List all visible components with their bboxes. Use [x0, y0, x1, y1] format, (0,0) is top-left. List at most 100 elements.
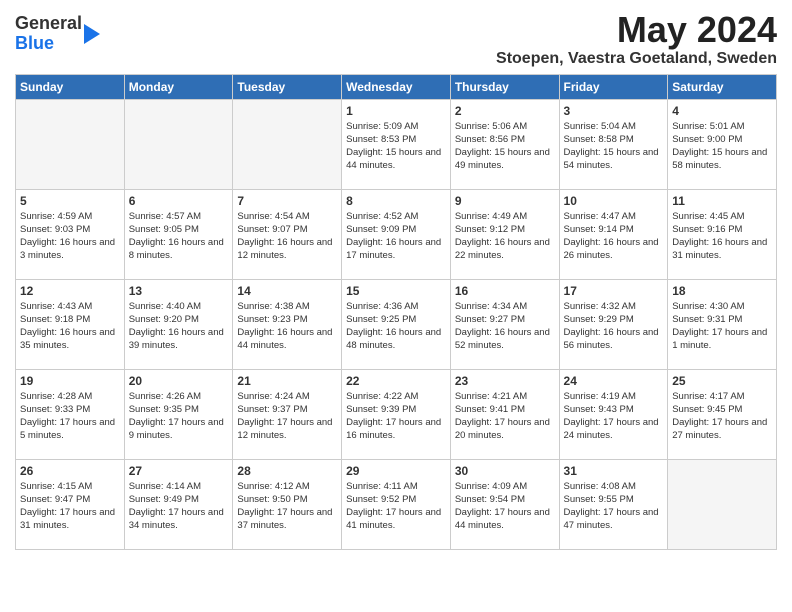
day-detail: Sunrise: 5:09 AMSunset: 8:53 PMDaylight:…	[346, 120, 446, 173]
day-number: 22	[346, 374, 446, 388]
calendar-cell: 31Sunrise: 4:08 AMSunset: 9:55 PMDayligh…	[559, 459, 668, 549]
weekday-header-row: SundayMondayTuesdayWednesdayThursdayFrid…	[16, 74, 777, 99]
day-detail: Sunrise: 4:32 AMSunset: 9:29 PMDaylight:…	[564, 300, 664, 353]
day-number: 15	[346, 284, 446, 298]
day-detail: Sunrise: 5:04 AMSunset: 8:58 PMDaylight:…	[564, 120, 664, 173]
day-detail: Sunrise: 4:26 AMSunset: 9:35 PMDaylight:…	[129, 390, 229, 443]
calendar-cell: 27Sunrise: 4:14 AMSunset: 9:49 PMDayligh…	[124, 459, 233, 549]
calendar-cell: 16 Sunrise: 4:34 AMSunset: 9:27 PMDayligh…	[450, 279, 559, 369]
day-number: 2	[455, 104, 555, 118]
calendar-cell: 14 Sunrise: 4:38 AMSunset: 9:23 PMDayligh…	[233, 279, 342, 369]
calendar-cell	[233, 99, 342, 189]
day-detail: Sunrise: 4:22 AMSunset: 9:39 PMDaylight:…	[346, 390, 446, 443]
day-detail: Sunrise: 4:38 AMSunset: 9:23 PMDaylight:…	[237, 300, 337, 353]
calendar-body: 1 Sunrise: 5:09 AMSunset: 8:53 PMDaylight…	[16, 99, 777, 549]
calendar-cell: 12Sunrise: 4:43 AMSunset: 9:18 PMDayligh…	[16, 279, 125, 369]
calendar-cell: 30 Sunrise: 4:09 AMSunset: 9:54 PMDayligh…	[450, 459, 559, 549]
day-detail: Sunrise: 4:57 AMSunset: 9:05 PMDaylight:…	[129, 210, 229, 263]
day-number: 5	[20, 194, 120, 208]
day-detail: Sunrise: 4:59 AMSunset: 9:03 PMDaylight:…	[20, 210, 120, 263]
day-detail: Sunrise: 5:01 AMSunset: 9:00 PMDaylight:…	[672, 120, 772, 173]
day-number: 25	[672, 374, 772, 388]
day-detail: Sunrise: 4:24 AMSunset: 9:37 PMDaylight:…	[237, 390, 337, 443]
day-number: 14	[237, 284, 337, 298]
day-number: 1	[346, 104, 446, 118]
calendar-title: May 2024	[496, 10, 777, 50]
calendar-cell: 6 Sunrise: 4:57 AMSunset: 9:05 PMDaylight…	[124, 189, 233, 279]
day-number: 26	[20, 464, 120, 478]
day-number: 7	[237, 194, 337, 208]
day-number: 13	[129, 284, 229, 298]
calendar-cell	[16, 99, 125, 189]
day-detail: Sunrise: 4:49 AMSunset: 9:12 PMDaylight:…	[455, 210, 555, 263]
weekday-header: Sunday	[16, 74, 125, 99]
calendar-cell: 2 Sunrise: 5:06 AMSunset: 8:56 PMDaylight…	[450, 99, 559, 189]
calendar-cell: 7 Sunrise: 4:54 AMSunset: 9:07 PMDaylight…	[233, 189, 342, 279]
calendar-week-row: 5 Sunrise: 4:59 AMSunset: 9:03 PMDaylight…	[16, 189, 777, 279]
day-number: 8	[346, 194, 446, 208]
day-number: 4	[672, 104, 772, 118]
calendar-cell: 19 Sunrise: 4:28 AMSunset: 9:33 PMDayligh…	[16, 369, 125, 459]
calendar-week-row: 12Sunrise: 4:43 AMSunset: 9:18 PMDayligh…	[16, 279, 777, 369]
calendar-cell	[124, 99, 233, 189]
day-number: 12	[20, 284, 120, 298]
calendar-cell: 24 Sunrise: 4:19 AMSunset: 9:43 PMDayligh…	[559, 369, 668, 459]
calendar-cell: 13 Sunrise: 4:40 AMSunset: 9:20 PMDayligh…	[124, 279, 233, 369]
day-detail: Sunrise: 4:36 AMSunset: 9:25 PMDaylight:…	[346, 300, 446, 353]
title-area: May 2024 Stoepen, Vaestra Goetaland, Swe…	[496, 10, 777, 68]
day-number: 3	[564, 104, 664, 118]
day-number: 16	[455, 284, 555, 298]
calendar-subtitle: Stoepen, Vaestra Goetaland, Sweden	[496, 50, 777, 68]
day-detail: Sunrise: 4:40 AMSunset: 9:20 PMDaylight:…	[129, 300, 229, 353]
calendar-cell: 9 Sunrise: 4:49 AMSunset: 9:12 PMDaylight…	[450, 189, 559, 279]
day-number: 29	[346, 464, 446, 478]
day-number: 6	[129, 194, 229, 208]
day-number: 24	[564, 374, 664, 388]
day-detail: Sunrise: 4:19 AMSunset: 9:43 PMDaylight:…	[564, 390, 664, 443]
day-detail: Sunrise: 4:47 AMSunset: 9:14 PMDaylight:…	[564, 210, 664, 263]
day-number: 18	[672, 284, 772, 298]
day-detail: Sunrise: 4:45 AMSunset: 9:16 PMDaylight:…	[672, 210, 772, 263]
calendar-cell: 11 Sunrise: 4:45 AMSunset: 9:16 PMDayligh…	[668, 189, 777, 279]
day-detail: Sunrise: 4:17 AMSunset: 9:45 PMDaylight:…	[672, 390, 772, 443]
calendar-cell: 23Sunrise: 4:21 AMSunset: 9:41 PMDayligh…	[450, 369, 559, 459]
day-number: 19	[20, 374, 120, 388]
weekday-header: Wednesday	[342, 74, 451, 99]
calendar-cell: 8 Sunrise: 4:52 AMSunset: 9:09 PMDaylight…	[342, 189, 451, 279]
calendar-cell: 18 Sunrise: 4:30 AMSunset: 9:31 PMDayligh…	[668, 279, 777, 369]
day-detail: Sunrise: 4:15 AMSunset: 9:47 PMDaylight:…	[20, 480, 120, 533]
calendar-cell: 3 Sunrise: 5:04 AMSunset: 8:58 PMDaylight…	[559, 99, 668, 189]
calendar-week-row: 26 Sunrise: 4:15 AMSunset: 9:47 PMDayligh…	[16, 459, 777, 549]
day-detail: Sunrise: 5:06 AMSunset: 8:56 PMDaylight:…	[455, 120, 555, 173]
day-detail: Sunrise: 4:34 AMSunset: 9:27 PMDaylight:…	[455, 300, 555, 353]
day-detail: Sunrise: 4:28 AMSunset: 9:33 PMDaylight:…	[20, 390, 120, 443]
day-number: 10	[564, 194, 664, 208]
weekday-header: Friday	[559, 74, 668, 99]
day-detail: Sunrise: 4:12 AMSunset: 9:50 PMDaylight:…	[237, 480, 337, 533]
weekday-header: Monday	[124, 74, 233, 99]
logo-text: General Blue	[15, 14, 82, 54]
weekday-header: Thursday	[450, 74, 559, 99]
calendar-cell: 1 Sunrise: 5:09 AMSunset: 8:53 PMDaylight…	[342, 99, 451, 189]
day-number: 20	[129, 374, 229, 388]
day-detail: Sunrise: 4:54 AMSunset: 9:07 PMDaylight:…	[237, 210, 337, 263]
day-detail: Sunrise: 4:52 AMSunset: 9:09 PMDaylight:…	[346, 210, 446, 263]
day-number: 11	[672, 194, 772, 208]
calendar-cell: 26 Sunrise: 4:15 AMSunset: 9:47 PMDayligh…	[16, 459, 125, 549]
calendar-cell: 28Sunrise: 4:12 AMSunset: 9:50 PMDayligh…	[233, 459, 342, 549]
calendar-cell: 29 Sunrise: 4:11 AMSunset: 9:52 PMDayligh…	[342, 459, 451, 549]
calendar-cell: 10 Sunrise: 4:47 AMSunset: 9:14 PMDayligh…	[559, 189, 668, 279]
logo-arrow-icon	[84, 24, 100, 44]
day-detail: Sunrise: 4:30 AMSunset: 9:31 PMDaylight:…	[672, 300, 772, 353]
day-number: 27	[129, 464, 229, 478]
day-number: 30	[455, 464, 555, 478]
day-number: 21	[237, 374, 337, 388]
day-detail: Sunrise: 4:11 AMSunset: 9:52 PMDaylight:…	[346, 480, 446, 533]
calendar-cell: 5 Sunrise: 4:59 AMSunset: 9:03 PMDaylight…	[16, 189, 125, 279]
day-detail: Sunrise: 4:09 AMSunset: 9:54 PMDaylight:…	[455, 480, 555, 533]
calendar-week-row: 1 Sunrise: 5:09 AMSunset: 8:53 PMDaylight…	[16, 99, 777, 189]
day-detail: Sunrise: 4:08 AMSunset: 9:55 PMDaylight:…	[564, 480, 664, 533]
day-number: 9	[455, 194, 555, 208]
header: General Blue May 2024 Stoepen, Vaestra G…	[15, 10, 777, 68]
calendar-cell	[668, 459, 777, 549]
